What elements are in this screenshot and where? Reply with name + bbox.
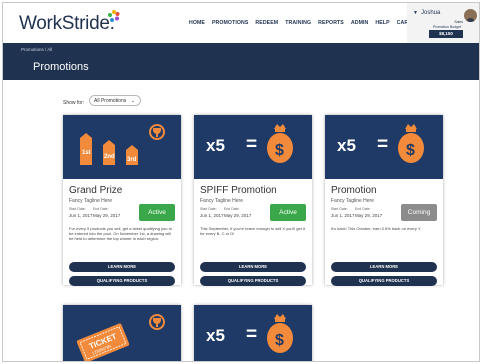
end-date-label: End Date:: [224, 207, 240, 211]
promotion-card: TICKET 123456789: [63, 305, 181, 361]
start-date: Jun 1, 2017: [200, 213, 224, 218]
status-badge: Coming: [401, 204, 437, 221]
card-description: This September, if you're brave enough t…: [200, 226, 305, 237]
user-name: Joshua: [421, 10, 441, 16]
app-window: WorkStride. HOME PROMOTIONS REDEEM TRAIN…: [2, 2, 480, 362]
end-date: May 29, 2017: [224, 213, 252, 218]
promotion-card: x5 = $ SPIFF Promotion Fancy Tagline Her…: [194, 115, 312, 286]
svg-text:$: $: [406, 142, 415, 159]
nav-help[interactable]: HELP: [375, 20, 389, 26]
end-date: May 29, 2017: [93, 213, 121, 218]
card-image: x5 = $: [194, 115, 312, 179]
card-tagline: Fancy Tagline Here: [200, 198, 243, 204]
card-tagline: Fancy Tagline Here: [69, 198, 112, 204]
main-content: Show for: All Promotions ⌄ 1st 2nd 3rd G…: [3, 80, 479, 361]
card-image: TICKET 123456789: [63, 305, 181, 361]
learn-more-button[interactable]: LEARN MORE: [200, 262, 306, 272]
promotion-card: 1st 2nd 3rd Grand Prize Fancy Tagline He…: [63, 115, 181, 286]
page-header: Promotions / All Promotions: [3, 43, 479, 80]
card-title: Promotion: [331, 185, 377, 196]
money-bag-icon: $: [267, 314, 293, 353]
nav-promotions[interactable]: PROMOTIONS: [212, 20, 248, 26]
budget-label: Promotion Budget: [433, 25, 462, 29]
svg-text:$: $: [275, 332, 284, 349]
page-title: Promotions: [33, 61, 89, 73]
card-title: SPIFF Promotion: [200, 185, 277, 196]
qualifying-products-button[interactable]: QUALIFYING PRODUCTS: [69, 276, 175, 286]
svg-text:$: $: [275, 142, 284, 159]
card-tagline: Fancy Tagline Here: [331, 198, 374, 204]
breadcrumb[interactable]: Promotions / All: [21, 47, 52, 52]
card-description: For every 5 products you sell, get a tic…: [69, 226, 172, 242]
podium-label-1st: 1st: [82, 150, 91, 156]
ticket-icon: TICKET 123456789: [76, 314, 165, 361]
filter-label: Show for:: [63, 100, 85, 106]
promotion-card: x5 = $ Promotion Fancy Tagline Here Star…: [325, 115, 443, 286]
end-date-label: End Date:: [93, 207, 109, 211]
top-bar: WorkStride. HOME PROMOTIONS REDEEM TRAIN…: [3, 3, 479, 43]
chevron-down-icon: ⌄: [130, 98, 135, 104]
status-badge: Active: [270, 204, 306, 221]
main-nav: HOME PROMOTIONS REDEEM TRAINING REPORTS …: [189, 20, 411, 26]
workstride-logo[interactable]: WorkStride.: [19, 13, 115, 35]
end-date: May 29, 2017: [355, 213, 383, 218]
start-date: Jun 1, 2017: [69, 213, 93, 218]
card-image: x5 = $: [325, 115, 443, 179]
start-date: Jun 1, 2017: [331, 213, 355, 218]
promotion-card: x5 = $: [194, 305, 312, 361]
budget-value: $8,150: [429, 30, 463, 38]
nav-admin[interactable]: ADMIN: [351, 20, 369, 26]
qualifying-products-button[interactable]: QUALIFYING PRODUCTS: [331, 276, 437, 286]
start-date-label: Start Date:: [200, 207, 217, 211]
logo-flower-icon: [108, 10, 120, 22]
nav-home[interactable]: HOME: [189, 20, 205, 26]
podium-label-2nd: 2nd: [104, 154, 115, 160]
money-bag-icon: $: [398, 124, 424, 163]
start-date-label: Start Date:: [331, 207, 348, 211]
card-image: x5 = $: [194, 305, 312, 361]
promotion-filter-select[interactable]: All Promotions ⌄: [89, 95, 141, 106]
learn-more-button[interactable]: LEARN MORE: [69, 262, 175, 272]
learn-more-button[interactable]: LEARN MORE: [331, 262, 437, 272]
user-menu[interactable]: ▼ Joshua Sales Promotion Budget $8,150: [407, 3, 479, 43]
filter-selected-value: All Promotions: [94, 98, 127, 104]
podium-icon: 1st 2nd 3rd: [80, 124, 165, 165]
user-subtitle: Sales: [454, 20, 463, 24]
card-title: Grand Prize: [69, 185, 123, 196]
nav-reports[interactable]: REPORTS: [318, 20, 344, 26]
qualifying-products-button[interactable]: QUALIFYING PRODUCTS: [200, 276, 306, 286]
status-badge: Active: [139, 204, 175, 221]
avatar[interactable]: [464, 9, 477, 22]
end-date-label: End Date:: [355, 207, 371, 211]
start-date-label: Start Date:: [69, 207, 86, 211]
nav-training[interactable]: TRAINING: [285, 20, 311, 26]
card-description: It's back! This October, earn 0.5% back …: [331, 226, 422, 231]
chevron-down-icon[interactable]: ▼: [413, 10, 418, 16]
money-bag-icon: $: [267, 124, 293, 163]
podium-label-3rd: 3rd: [127, 157, 137, 163]
card-image: 1st 2nd 3rd: [63, 115, 181, 179]
nav-redeem[interactable]: REDEEM: [255, 20, 278, 26]
